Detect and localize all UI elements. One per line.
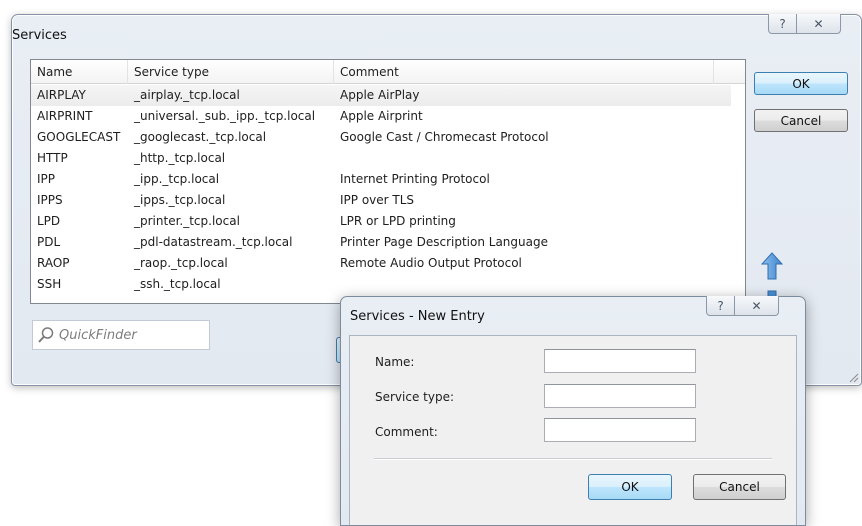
cell-comment: LPR or LPD printing	[340, 214, 456, 228]
table-row[interactable]: RAOP _raop._tcp.local Remote Audio Output …	[31, 253, 731, 274]
dialog-separator	[374, 458, 772, 460]
table-row[interactable]: IPP _ipp._tcp.local Internet Printing Prot…	[31, 169, 731, 190]
magnifier-icon	[38, 327, 54, 343]
window-title: Services	[12, 28, 67, 43]
dialog-help-button[interactable]: ?	[706, 296, 735, 316]
column-header-name[interactable]: Name	[31, 60, 128, 84]
table-row[interactable]: GOOGLECAST _googlecast._tcp.local Google C…	[31, 127, 731, 148]
help-icon: ?	[717, 298, 724, 313]
help-button[interactable]: ?	[768, 14, 797, 34]
cell-comment: Google Cast / Chromecast Protocol	[340, 130, 549, 144]
table-row[interactable]: SSH _ssh._tcp.local	[31, 274, 731, 295]
table-row[interactable]: PDL _pdl-datastream._tcp.local Printer Pag…	[31, 232, 731, 253]
cell-service-type: _pdl-datastream._tcp.local	[134, 235, 293, 249]
cell-service-type: _raop._tcp.local	[134, 256, 228, 270]
cell-name: AIRPRINT	[37, 109, 93, 123]
cell-name: AIRPLAY	[37, 88, 86, 102]
close-button[interactable]: ✕	[797, 14, 841, 34]
table-row[interactable]: IPPS _ipps._tcp.local IPP over TLS	[31, 190, 731, 211]
comment-input[interactable]	[544, 418, 696, 442]
help-icon: ?	[779, 16, 786, 31]
services-list[interactable]: Name Service type Comment AIRPLAY _airpla…	[30, 59, 746, 304]
table-row[interactable]: HTTP _http._tcp.local	[31, 148, 731, 169]
dialog-title: Services - New Entry	[350, 309, 485, 324]
dialog-close-button[interactable]: ✕	[735, 296, 779, 316]
table-row[interactable]: AIRPRINT _universal._sub._ipp._tcp.local A…	[31, 106, 731, 127]
cell-comment: Remote Audio Output Protocol	[340, 256, 522, 270]
up-arrow-icon	[761, 252, 783, 280]
cell-name: GOOGLECAST	[37, 130, 121, 144]
service-type-label: Service type:	[375, 390, 455, 404]
cell-comment: IPP over TLS	[340, 193, 415, 207]
table-row[interactable]: LPD _printer._tcp.local LPR or LPD printin…	[31, 211, 731, 232]
cell-name: IPP	[37, 172, 56, 186]
cell-service-type: _ssh._tcp.local	[134, 277, 221, 291]
dialog-cancel-button[interactable]: Cancel	[693, 474, 786, 500]
service-type-input[interactable]	[544, 384, 696, 408]
cell-service-type: _ipp._tcp.local	[134, 172, 220, 186]
close-icon: ✕	[813, 16, 824, 31]
cell-service-type: _ipps._tcp.local	[134, 193, 226, 207]
cell-service-type: _printer._tcp.local	[134, 214, 240, 228]
ok-button[interactable]: OK	[754, 72, 848, 95]
cell-comment: Apple Airprint	[340, 109, 423, 123]
column-header-comment[interactable]: Comment	[334, 60, 714, 84]
column-header-service-type[interactable]: Service type	[128, 60, 334, 84]
cell-name: IPPS	[37, 193, 63, 207]
name-label: Name:	[375, 355, 415, 369]
move-up-button[interactable]	[760, 251, 784, 281]
cell-service-type: _airplay._tcp.local	[134, 88, 240, 102]
cell-name: LPD	[37, 214, 61, 228]
cell-comment: Apple AirPlay	[340, 88, 420, 102]
table-row[interactable]: AIRPLAY _airplay._tcp.local Apple AirPlay	[31, 85, 731, 106]
cell-service-type: _universal._sub._ipp._tcp.local	[134, 109, 316, 123]
cell-comment: Printer Page Description Language	[340, 235, 548, 249]
dialog-body: Name: Service type: Comment: OK Cancel	[349, 335, 797, 525]
cell-name: RAOP	[37, 256, 70, 270]
quickfinder-field[interactable]: QuickFinder	[32, 320, 210, 350]
comment-label: Comment:	[375, 425, 438, 439]
cell-name: HTTP	[37, 151, 68, 165]
list-header: Name Service type Comment	[31, 60, 745, 84]
new-entry-dialog: Services - New Entry ? ✕ Name: Service t…	[340, 296, 806, 526]
cell-comment: Internet Printing Protocol	[340, 172, 490, 186]
cell-name: SSH	[37, 277, 62, 291]
close-icon: ✕	[751, 298, 762, 313]
quickfinder-placeholder: QuickFinder	[59, 327, 137, 343]
cell-service-type: _http._tcp.local	[134, 151, 226, 165]
dialog-ok-button[interactable]: OK	[588, 474, 672, 500]
cell-name: PDL	[37, 235, 61, 249]
cancel-button[interactable]: Cancel	[754, 109, 848, 132]
name-input[interactable]	[544, 349, 696, 373]
resize-grip-icon[interactable]	[847, 371, 859, 383]
cell-service-type: _googlecast._tcp.local	[134, 130, 267, 144]
